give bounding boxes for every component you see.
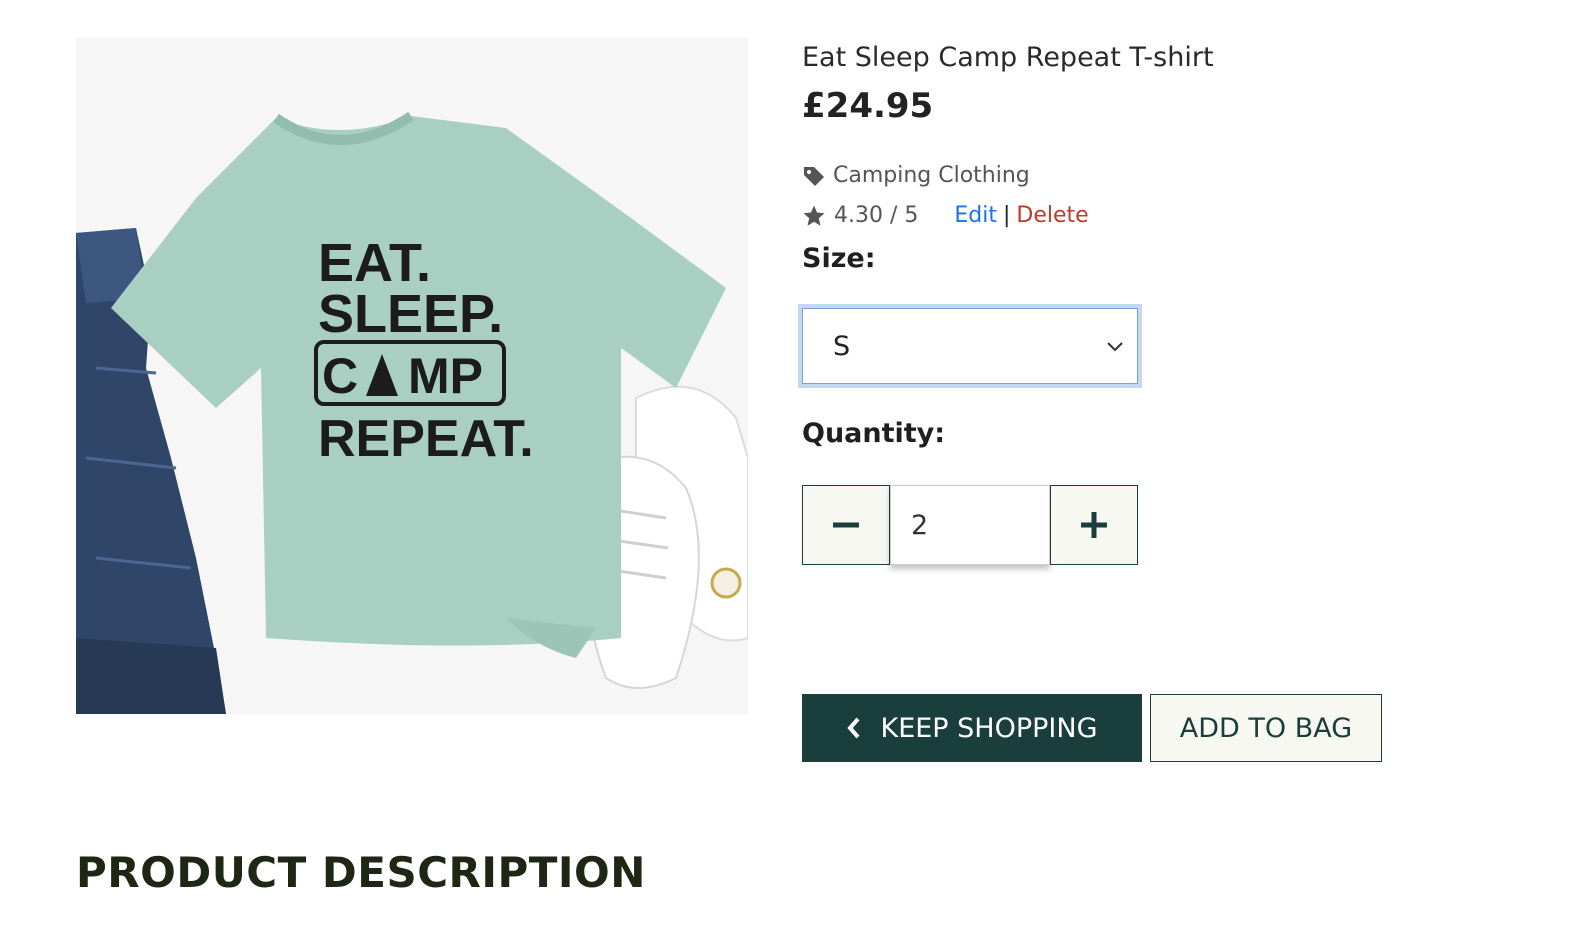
size-select[interactable]: S — [802, 308, 1138, 384]
keep-shopping-label: KEEP SHOPPING — [880, 712, 1098, 744]
link-separator: | — [1003, 203, 1011, 228]
shirt-print-line2: SLEEP. — [318, 284, 503, 344]
quantity-stepper: 2 — [802, 485, 1138, 565]
product-price: £24.95 — [802, 86, 934, 126]
rating-value: 4.30 / 5 — [834, 203, 919, 228]
quantity-label: Quantity: — [802, 418, 946, 449]
edit-link[interactable]: Edit — [954, 203, 997, 228]
product-image: EAT. SLEEP. C MP REPEAT. — [76, 38, 748, 714]
rating-row: 4.30 / 5 Edit | Delete — [802, 203, 1089, 228]
star-icon — [803, 205, 825, 226]
quantity-input[interactable]: 2 — [890, 485, 1050, 565]
shirt-print-line4: REPEAT. — [318, 410, 534, 468]
product-description-heading: PRODUCT DESCRIPTION — [76, 848, 646, 897]
shirt-print-line3-left: C — [322, 348, 358, 404]
add-to-bag-button[interactable]: ADD TO BAG — [1150, 694, 1382, 762]
size-selected-value: S — [833, 330, 851, 362]
delete-link[interactable]: Delete — [1016, 203, 1088, 228]
increment-button[interactable] — [1050, 485, 1138, 565]
category-label[interactable]: Camping Clothing — [833, 163, 1030, 188]
size-label: Size: — [802, 243, 876, 274]
keep-shopping-button[interactable]: KEEP SHOPPING — [802, 694, 1142, 762]
add-to-bag-label: ADD TO BAG — [1179, 712, 1353, 744]
minus-icon — [833, 522, 859, 528]
product-title: Eat Sleep Camp Repeat T-shirt — [802, 42, 1214, 73]
chevron-down-icon — [1107, 342, 1123, 352]
shirt-print-line3-right: MP — [408, 348, 483, 404]
product-category: Camping Clothing — [802, 163, 1030, 188]
tag-icon — [804, 166, 824, 186]
plus-icon — [1081, 512, 1107, 538]
chevron-left-icon — [847, 717, 860, 739]
decrement-button[interactable] — [802, 485, 890, 565]
